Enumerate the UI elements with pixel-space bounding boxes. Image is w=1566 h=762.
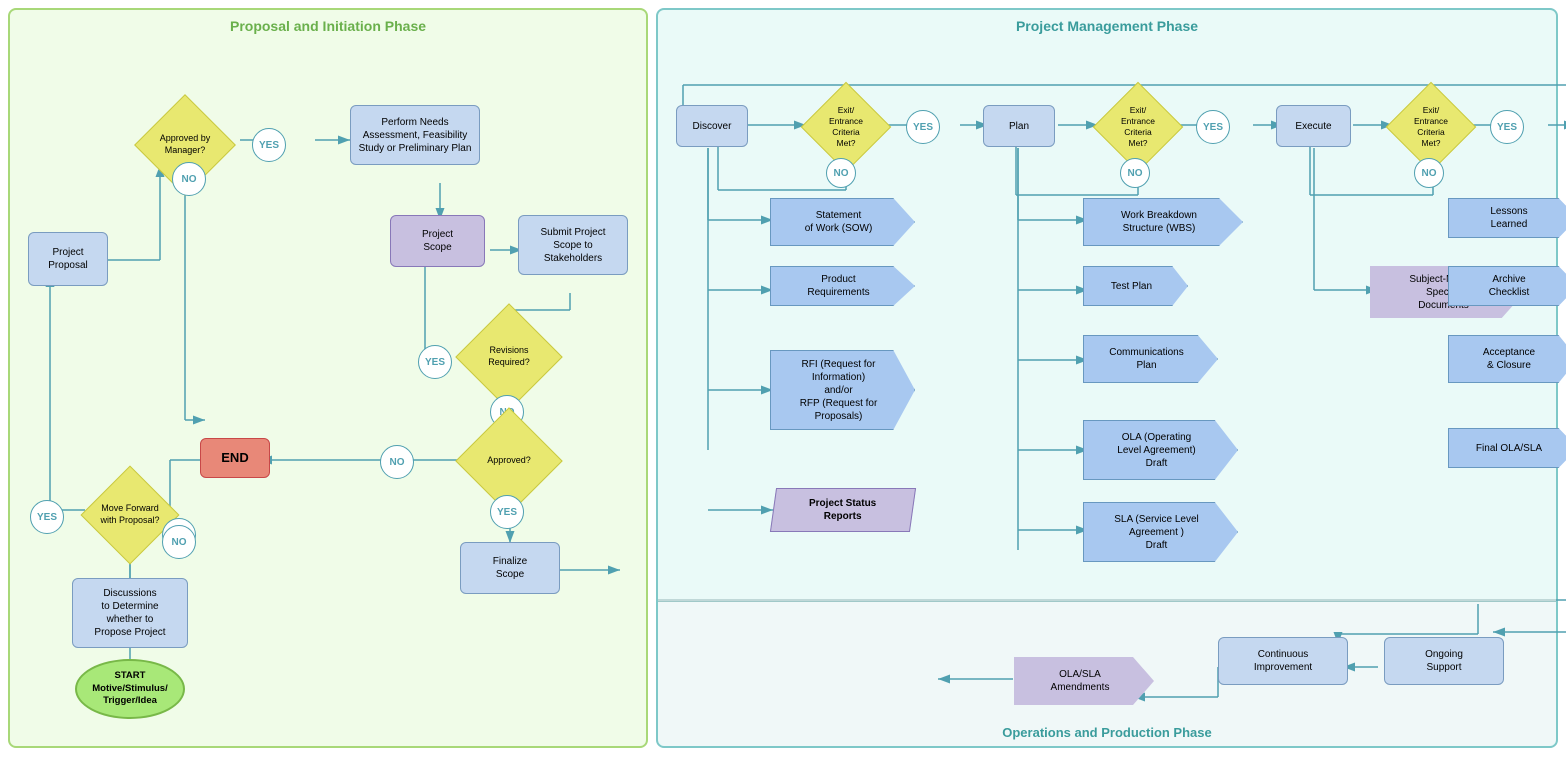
ola-node: OLA (Operating Level Agreement) Draft (1083, 420, 1238, 480)
yes-exit3: YES (1490, 110, 1524, 144)
left-panel: Proposal and Initiation Phase (8, 8, 648, 748)
no-approved: NO (380, 445, 414, 479)
sow-node: Statement of Work (SOW) (770, 198, 915, 246)
project-scope-node: Project Scope (390, 215, 485, 267)
exit2-diamond: Exit/ Entrance Criteria Met? (1090, 93, 1186, 161)
no-manager: NO (172, 162, 206, 196)
yes-manager: YES (252, 128, 286, 162)
exit1-diamond: Exit/ Entrance Criteria Met? (798, 93, 894, 161)
sla-node: SLA (Service Level Agreement ) Draft (1083, 502, 1238, 562)
ops-phase-title: Operations and Production Phase (1002, 725, 1211, 740)
finalize-scope-node: Finalize Scope (460, 542, 560, 594)
ola-sla-amendments-node: OLA/SLA Amendments (1014, 657, 1154, 705)
plan-node: Plan (983, 105, 1055, 147)
yes-exit2: YES (1196, 110, 1230, 144)
right-panel: Project Management Phase (656, 8, 1558, 748)
start-node: START Motive/Stimulus/ Trigger/Idea (70, 658, 190, 720)
main-container: Proposal and Initiation Phase (0, 0, 1566, 762)
approved-diamond: Approved? (454, 422, 564, 500)
exit3-diamond: Exit/ Entrance Criteria Met? (1383, 93, 1479, 161)
comms-plan-node: Communications Plan (1083, 335, 1218, 383)
ongoing-support-node: Ongoing Support (1384, 637, 1504, 685)
yes-exit1: YES (906, 110, 940, 144)
right-phase-title: Project Management Phase (1016, 18, 1198, 34)
rfi-node: RFI (Request for Information) and/or RFP… (770, 350, 915, 430)
no-exit2: NO (1120, 158, 1150, 188)
yes-revisions: YES (418, 345, 452, 379)
project-proposal-node: Project Proposal (28, 232, 108, 286)
submit-scope-node: Submit Project Scope to Stakeholders (518, 215, 628, 275)
lessons-node: Lessons Learned (1448, 198, 1566, 238)
discover-node: Discover (676, 105, 748, 147)
end-node: END (200, 438, 270, 478)
discussions-node: Discussions to Determine whether to Prop… (72, 578, 188, 648)
no-exit3: NO (1414, 158, 1444, 188)
product-req-node: Product Requirements (770, 266, 915, 306)
archive-node: Archive Checklist (1448, 266, 1566, 306)
execute-node: Execute (1276, 105, 1351, 147)
continuous-improvement-node: Continuous Improvement (1218, 637, 1348, 685)
yes-move-forward: YES (30, 500, 64, 534)
final-ola-node: Final OLA/SLA (1448, 428, 1566, 468)
perform-needs-node: Perform Needs Assessment, Feasibility St… (350, 105, 480, 165)
project-status-node: Project Status Reports (770, 486, 915, 534)
revisions-diamond: Revisions Required? (454, 318, 564, 396)
no-end: NO (162, 525, 196, 559)
yes-approved: YES (490, 495, 524, 529)
test-plan-node: Test Plan (1083, 266, 1188, 306)
ops-section: Continuous Improvement Ongoing Support O… (658, 601, 1556, 746)
acceptance-node: Acceptance & Closure (1448, 335, 1566, 383)
left-phase-title: Proposal and Initiation Phase (230, 18, 426, 34)
no-exit1: NO (826, 158, 856, 188)
wbs-node: Work Breakdown Structure (WBS) (1083, 198, 1243, 246)
